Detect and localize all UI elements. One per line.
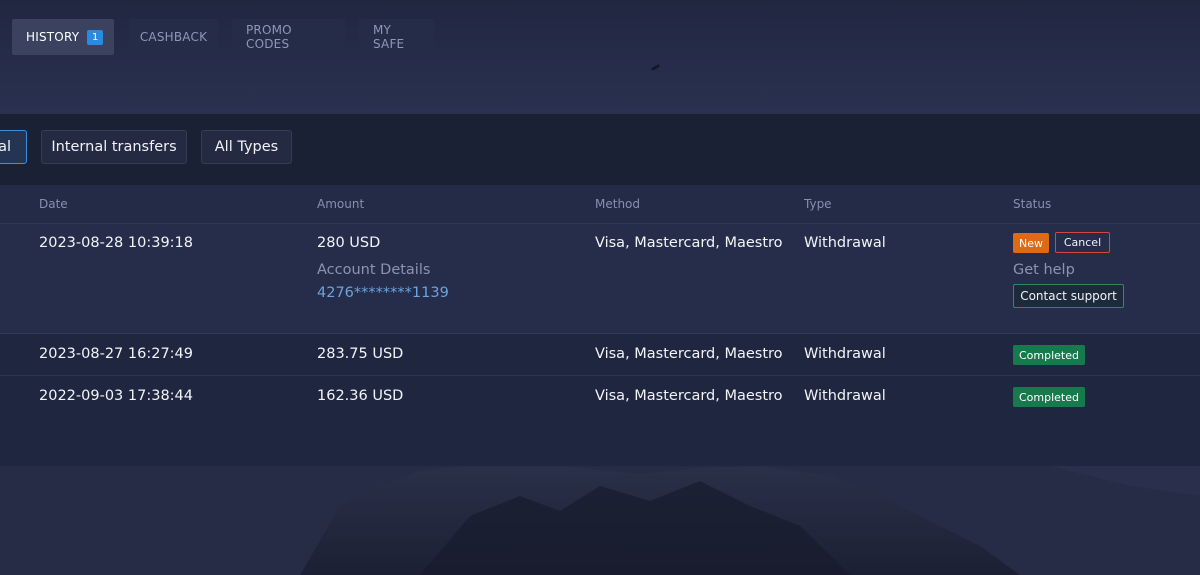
table-row[interactable]: 2023-08-28 10:39:18 280 USD Visa, Master… [0, 224, 1200, 334]
cancel-button[interactable]: Cancel [1055, 232, 1110, 253]
status-cell: Completed [1013, 345, 1085, 365]
tab-cashback[interactable]: CASHBACK [129, 19, 218, 55]
row-type: Withdrawal [804, 388, 886, 404]
get-help-label: Get help [1013, 262, 1075, 278]
tab-bar: HISTORY 1 CASHBACK PROMO CODES MY SAFE [12, 19, 434, 55]
tab-label: MY SAFE [373, 23, 405, 51]
status-badge: Completed [1013, 387, 1085, 407]
status-badge: New [1013, 233, 1049, 253]
header-date[interactable]: Date [39, 197, 68, 211]
account-details-label: Account Details [317, 262, 431, 278]
status-cell: New [1013, 233, 1049, 253]
header-status[interactable]: Status [1013, 197, 1051, 211]
filter-label: Internal transfers [51, 139, 177, 155]
tab-label: CASHBACK [139, 30, 208, 44]
tab-label: HISTORY [26, 30, 80, 44]
header-type[interactable]: Type [804, 197, 832, 211]
row-date: 2023-08-28 10:39:18 [39, 235, 193, 251]
row-method: Visa, Mastercard, Maestro [595, 388, 783, 404]
header-amount[interactable]: Amount [317, 197, 364, 211]
status-cell: Completed [1013, 387, 1085, 407]
row-type: Withdrawal [804, 235, 886, 251]
row-date: 2022-09-03 17:38:44 [39, 388, 193, 404]
row-date: 2023-08-27 16:27:49 [39, 346, 193, 362]
status-badge: Completed [1013, 345, 1085, 365]
header-method[interactable]: Method [595, 197, 640, 211]
row-type: Withdrawal [804, 346, 886, 362]
row-method: Visa, Mastercard, Maestro [595, 346, 783, 362]
filter-internal-transfers-button[interactable]: Internal transfers [41, 130, 187, 164]
filter-label: All Types [214, 139, 279, 155]
tab-label: PROMO CODES [246, 23, 292, 51]
table-row[interactable]: 2022-09-03 17:38:44 162.36 USD Visa, Mas… [0, 377, 1200, 418]
tab-history[interactable]: HISTORY 1 [12, 19, 114, 55]
row-amount: 283.75 USD [317, 346, 404, 362]
table-header: Date Amount Method Type Status [0, 185, 1200, 224]
background-detail [650, 63, 661, 72]
history-panel: al Internal transfers All Types Date Amo… [0, 114, 1200, 466]
notification-badge: 1 [87, 29, 104, 45]
transactions-table: Date Amount Method Type Status 2023-08-2… [0, 185, 1200, 466]
table-row[interactable]: 2023-08-27 16:27:49 283.75 USD Visa, Mas… [0, 335, 1200, 376]
row-method: Visa, Mastercard, Maestro [595, 235, 783, 251]
filter-all-types-button[interactable]: All Types [201, 130, 292, 164]
filter-withdrawal-button[interactable]: al [0, 130, 27, 164]
mountain-image [0, 466, 1200, 575]
filter-label: al [0, 139, 11, 155]
contact-support-button[interactable]: Contact support [1013, 284, 1124, 308]
header: HISTORY 1 CASHBACK PROMO CODES MY SAFE [0, 0, 1200, 114]
account-details-value: 4276********1139 [317, 285, 449, 301]
tab-my-safe[interactable]: MY SAFE [359, 19, 434, 55]
row-amount: 162.36 USD [317, 388, 404, 404]
mountain-background [0, 466, 1200, 575]
tab-promo-codes[interactable]: PROMO CODES [232, 19, 345, 55]
row-amount: 280 USD [317, 235, 381, 251]
